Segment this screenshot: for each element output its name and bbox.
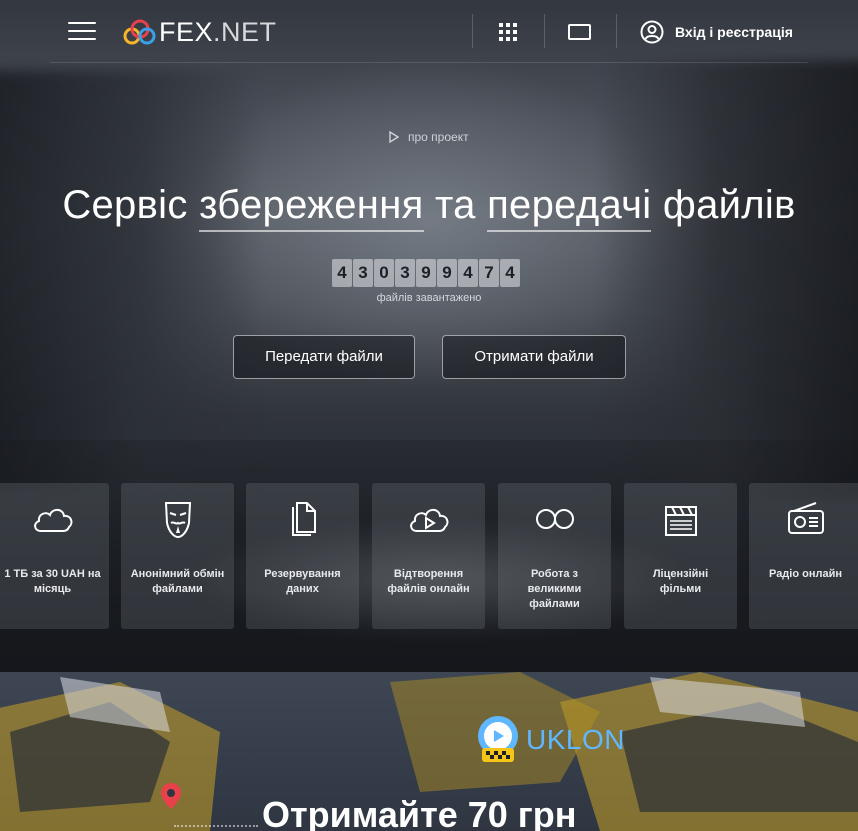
counter-digit: 9 bbox=[437, 259, 457, 287]
window-icon[interactable] bbox=[568, 24, 591, 40]
feature-card-large-files[interactable]: Робота з великими файлами bbox=[498, 483, 611, 629]
logo-text-fex: FEX bbox=[159, 16, 214, 47]
copy-files-icon bbox=[291, 502, 316, 536]
title-part: Сервіс bbox=[62, 183, 200, 227]
feature-label: 1 ТБ за 30 UAH на місяць bbox=[4, 568, 101, 595]
logo-cloud-icon bbox=[123, 19, 156, 45]
feature-card-anonymous[interactable]: Анонімний обмін файлами bbox=[121, 483, 234, 629]
radio-icon bbox=[787, 502, 824, 534]
features-row: 1 ТБ за 30 UAH на місяць Анонімний обмін… bbox=[0, 483, 858, 629]
feature-card-online-playback[interactable]: Відтворення файлів онлайн bbox=[372, 483, 485, 629]
title-highlight-transfer: передачі bbox=[487, 182, 652, 232]
feature-card-radio[interactable]: Радіо онлайн bbox=[749, 483, 858, 629]
site-logo[interactable]: FEX.NET bbox=[121, 16, 277, 48]
background-building-left bbox=[0, 70, 260, 490]
cloud-play-icon bbox=[409, 508, 448, 532]
counter-digit: 3 bbox=[353, 259, 373, 287]
uklon-logo: UKLON bbox=[474, 714, 625, 766]
header-divider bbox=[472, 14, 473, 48]
feature-label: Робота з великими файлами bbox=[527, 568, 582, 610]
title-part: та bbox=[423, 183, 488, 227]
header-divider bbox=[544, 14, 545, 48]
files-counter: 4 3 0 3 9 9 4 7 4 bbox=[332, 259, 520, 287]
anonymous-mask-icon bbox=[164, 502, 191, 539]
receive-files-button[interactable]: Отримати файли bbox=[442, 335, 626, 379]
feature-label: Ліцензійні фільми bbox=[652, 568, 709, 595]
page-title: Сервіс збереження та передачі файлів bbox=[0, 182, 858, 232]
play-icon bbox=[389, 131, 399, 143]
counter-label: файлів завантажено bbox=[376, 292, 482, 304]
counter-digit: 4 bbox=[500, 259, 520, 287]
feature-label: Анонімний обмін файлами bbox=[130, 568, 225, 595]
feature-card-backup[interactable]: Резервування даних bbox=[246, 483, 359, 629]
uklon-brand-text: UKLON bbox=[526, 724, 625, 755]
counter-digit: 4 bbox=[458, 259, 478, 287]
counter-digit: 3 bbox=[395, 259, 415, 287]
uklon-taxi-icon bbox=[478, 716, 518, 762]
about-project-label: про проект bbox=[408, 130, 469, 144]
uklon-promo-banner[interactable]: UKLON Отримайте 70 грн bbox=[0, 672, 858, 831]
infinity-icon bbox=[535, 509, 574, 529]
counter-digit: 0 bbox=[374, 259, 394, 287]
background-building-right bbox=[598, 60, 858, 500]
user-icon bbox=[640, 20, 664, 44]
clapperboard-icon bbox=[664, 506, 697, 536]
header-divider bbox=[616, 14, 617, 48]
logo-text-net: .NET bbox=[213, 16, 277, 47]
feature-card-storage-plan[interactable]: 1 ТБ за 30 UAH на місяць bbox=[0, 483, 109, 629]
feature-card-movies[interactable]: Ліцензійні фільми bbox=[624, 483, 737, 629]
decorative-dotted-line bbox=[174, 825, 258, 827]
feature-label: Радіо онлайн bbox=[769, 568, 842, 580]
location-pin-icon bbox=[161, 783, 181, 809]
login-button[interactable]: Вхід і реєстрація bbox=[640, 20, 793, 44]
apps-grid-icon[interactable] bbox=[499, 23, 517, 41]
counter-digit: 4 bbox=[332, 259, 352, 287]
counter-digit: 9 bbox=[416, 259, 436, 287]
feature-label: Резервування даних bbox=[264, 568, 341, 595]
counter-digit: 7 bbox=[479, 259, 499, 287]
login-label: Вхід і реєстрація bbox=[675, 24, 793, 40]
promo-title: Отримайте 70 грн bbox=[262, 794, 577, 831]
send-files-button[interactable]: Передати файли bbox=[233, 335, 415, 379]
about-project-link[interactable]: про проект bbox=[389, 130, 469, 144]
title-part: файлів bbox=[651, 183, 796, 227]
cloud-icon bbox=[33, 508, 72, 532]
site-header: FEX.NET Вхід і реєстрація bbox=[50, 0, 808, 63]
title-highlight-storage: збереження bbox=[199, 182, 424, 232]
menu-icon[interactable] bbox=[68, 21, 96, 41]
feature-label: Відтворення файлів онлайн bbox=[387, 568, 470, 595]
